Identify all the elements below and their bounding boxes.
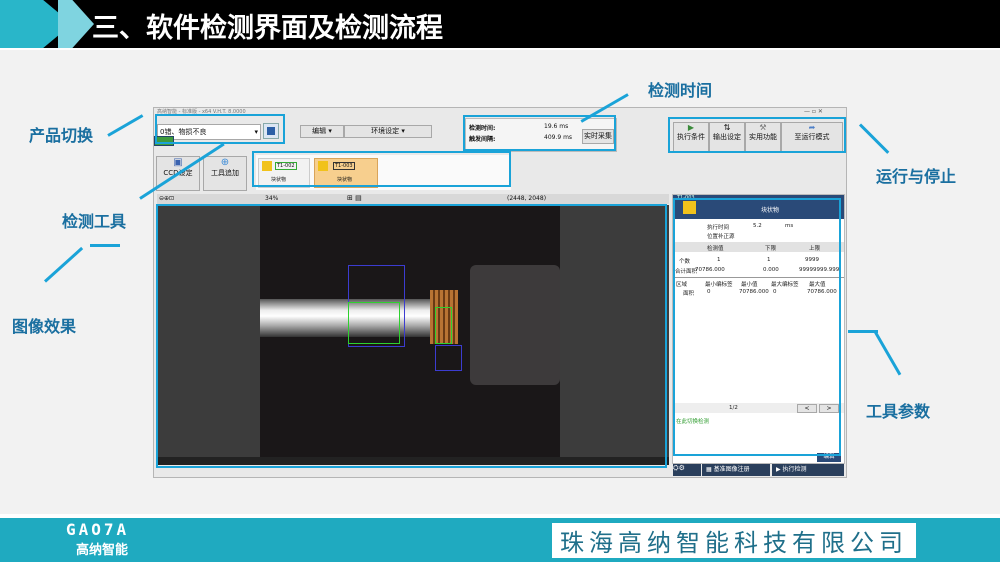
company-name: 珠海高纳智能科技有限公司: [552, 523, 916, 558]
label-run-stop: 运行与停止: [876, 167, 957, 186]
image-toolbar: ⊖⊕⊡ 34% ⊞ ▤ (2448, 2048): [157, 194, 669, 204]
edit-menu[interactable]: 编辑 ▾: [300, 125, 344, 138]
highlight-product-switch: [155, 114, 285, 144]
highlight-detect-tool: [252, 151, 511, 187]
label-detect-time: 检测时间: [648, 81, 713, 100]
env-settings-label: 环境设定: [371, 127, 400, 135]
exec-detect-button[interactable]: ▶ 执行检测: [772, 464, 844, 476]
pointer-line: [107, 114, 144, 137]
pointer-line: [90, 244, 120, 247]
label-product-switch: 产品切换: [29, 126, 94, 145]
edit-menu-label: 编辑: [312, 127, 327, 135]
add-circle-icon: ⊕: [220, 157, 230, 168]
register-reference-button[interactable]: ▦ 基准图像注册: [702, 464, 770, 476]
highlight-detect-time: [463, 115, 616, 151]
window-controls[interactable]: — ▫ ✕: [804, 108, 823, 115]
register-reference-label: 基准图像注册: [713, 466, 750, 473]
image-resolution: (2448, 2048): [507, 195, 547, 202]
label-tool-params: 工具参数: [866, 402, 931, 421]
company-logo-text: GAO7A: [66, 520, 130, 539]
env-settings-menu[interactable]: 环境设定 ▾: [344, 125, 432, 138]
fit-icon[interactable]: ⊞ ▤: [347, 194, 362, 202]
highlight-run-stop: [668, 117, 846, 153]
pointer-line: [858, 123, 890, 154]
zoom-controls-icon[interactable]: ⊖⊕⊡: [159, 195, 174, 202]
company-logo-cn: 高纳智能: [76, 543, 129, 558]
highlight-tool-params: [673, 198, 841, 456]
exec-detect-label: 执行检测: [782, 466, 807, 473]
slide-title: 三、软件检测界面及检测流程: [92, 13, 443, 44]
label-detect-tool: 检测工具: [62, 212, 127, 231]
settings-icons[interactable]: ⛭⚙: [673, 464, 701, 476]
highlight-image-effect: [156, 204, 667, 468]
pointer-line: [873, 330, 902, 376]
add-tool-button[interactable]: ⊕ 工具追加: [203, 156, 247, 191]
pointer-line: [43, 246, 84, 283]
header-divider: [0, 48, 1000, 50]
add-tool-label: 工具追加: [211, 169, 239, 177]
label-image-effect: 图像效果: [12, 317, 77, 336]
zoom-level: 34%: [265, 195, 279, 202]
